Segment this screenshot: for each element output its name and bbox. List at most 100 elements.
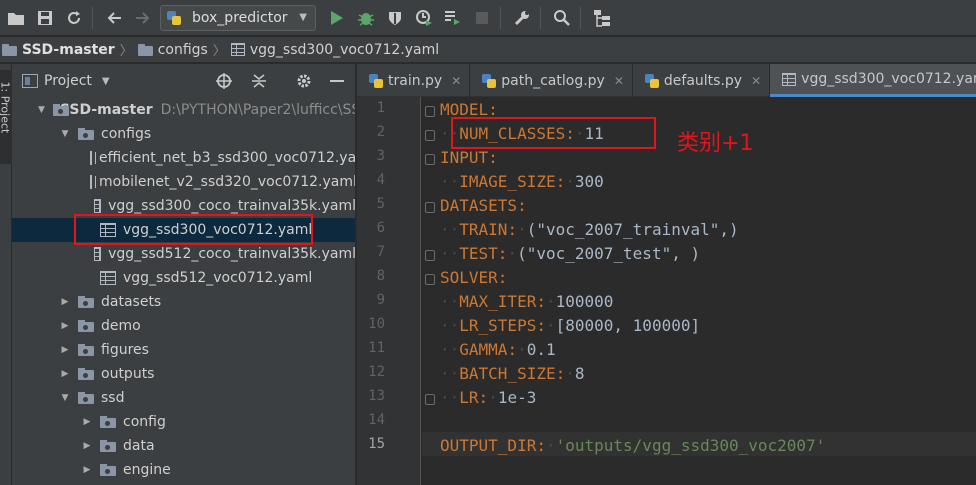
tree-folder[interactable]: ▶ figures [12, 338, 355, 362]
stop-icon[interactable] [469, 5, 495, 31]
run-icon[interactable] [324, 5, 350, 31]
yaml-colon: : [478, 388, 489, 407]
gear-icon[interactable] [295, 72, 313, 90]
tree-folder[interactable]: ▶ engine [12, 458, 355, 482]
package-dot [83, 397, 88, 402]
folder-icon [137, 43, 153, 56]
line-number: 11 [368, 340, 385, 356]
code-line: ··GAMMA:·0.1 [440, 340, 556, 359]
tree-folder[interactable]: ▶ data [12, 434, 355, 458]
project-panel: Project ▼ ▼ SSD-master D:\PYTHON\Paper2\lu… [12, 64, 356, 485]
yaml-value: 0.1 [526, 340, 556, 359]
profile-icon[interactable] [411, 5, 437, 31]
line-number-gutter: 1 2 3 4 5 6 7 8 9 10 11 12 13 14 15 [357, 97, 421, 485]
chevron-right-icon[interactable]: ▶ [60, 345, 70, 355]
tree-folder[interactable]: ▼ ssd [12, 386, 355, 410]
tree-folder[interactable]: ▶ demo [12, 314, 355, 338]
python-icon [167, 10, 181, 25]
editor-tab[interactable]: defaults.py ✕ [633, 64, 771, 97]
yaml-file-icon [93, 199, 102, 213]
close-icon[interactable]: ✕ [451, 74, 461, 88]
fold-marker-icon[interactable] [425, 130, 435, 141]
sync-icon[interactable] [61, 5, 87, 31]
code-line: DATASETS: [440, 196, 527, 215]
fold-marker-icon[interactable] [425, 250, 435, 261]
tree-file[interactable]: efficient_net_b3_ssd300_voc0712.yaml [12, 146, 356, 170]
chevron-right-icon[interactable]: ▶ [60, 321, 70, 331]
breadcrumb-folder[interactable]: configs [137, 42, 208, 58]
editor-tab[interactable]: vgg_ssd300_voc0712.yaml [770, 64, 976, 97]
fold-marker-icon[interactable] [425, 106, 435, 117]
concurrency-icon[interactable] [440, 5, 466, 31]
structure-icon[interactable] [589, 5, 615, 31]
breadcrumb-project[interactable]: SSD-master [2, 42, 115, 58]
tree-folder[interactable]: ▼ SSD-master D:\PYTHON\Paper2\lufficc\SSD [12, 98, 355, 122]
yaml-file-icon [100, 271, 116, 285]
main-toolbar: box_predictor ▼ [0, 0, 976, 36]
package-dot [83, 373, 88, 378]
line-number: 15 [368, 436, 385, 452]
chevron-right-icon[interactable]: ▶ [82, 441, 92, 451]
breadcrumb-project-label: SSD-master [22, 41, 115, 58]
tree-item-label: vgg_ssd512_coco_trainval35k.yaml [108, 246, 356, 262]
yaml-value: 100000 [555, 292, 614, 311]
yaml-colon: : [517, 196, 527, 215]
breadcrumb-file[interactable]: vgg_ssd300_voc0712.yaml [230, 42, 439, 58]
debug-icon[interactable] [353, 5, 379, 31]
line-number: 4 [376, 172, 385, 188]
chevron-down-icon[interactable]: ▼ [38, 105, 45, 115]
tree-folder[interactable]: ▶ config [12, 410, 355, 434]
chevron-right-icon[interactable]: ▶ [60, 297, 70, 307]
save-icon[interactable] [32, 5, 58, 31]
fold-marker-icon[interactable] [425, 202, 435, 213]
tree-folder[interactable]: ▶ datasets [12, 290, 355, 314]
minimize-icon[interactable] [328, 72, 346, 90]
code-line: ··TEST:·("voc_2007_test", ) [440, 244, 700, 263]
tree-file[interactable]: vgg_ssd512_voc0712.yaml [12, 266, 355, 290]
fold-marker-icon[interactable] [425, 394, 435, 405]
tree-file[interactable]: mobilenet_v2_ssd320_voc0712.yaml [12, 170, 355, 194]
coverage-icon[interactable] [382, 5, 408, 31]
fold-marker-icon[interactable] [425, 274, 435, 285]
open-folder-icon[interactable] [3, 5, 29, 31]
yaml-value: 1e-3 [497, 388, 537, 407]
tree-folder[interactable]: ▼ configs [12, 122, 355, 146]
project-tool-button[interactable]: 1: Project [0, 70, 12, 164]
package-dot [57, 109, 63, 114]
chevron-right-icon[interactable]: ▶ [60, 369, 70, 379]
locate-icon[interactable] [215, 72, 233, 90]
editor-tab[interactable]: path_catlog.py ✕ [470, 64, 633, 97]
wrench-icon[interactable] [509, 5, 535, 31]
tree-item-label: configs [101, 126, 152, 142]
tree-file[interactable]: vgg_ssd512_coco_trainval35k.yaml [12, 242, 356, 266]
toolbar-separator [500, 6, 501, 29]
back-icon[interactable] [101, 5, 127, 31]
folder-icon [78, 344, 94, 356]
chevron-right-icon[interactable]: ▶ [82, 417, 92, 427]
code-line: ··IMAGE_SIZE:·300 [440, 172, 604, 191]
whitespace: · [565, 172, 575, 191]
search-icon[interactable] [549, 5, 575, 31]
code-line: ··TRAIN:·("voc_2007_trainval",) [440, 220, 739, 239]
fold-marker-icon[interactable] [425, 154, 435, 165]
package-dot [105, 445, 110, 450]
run-configuration-select[interactable]: box_predictor ▼ [160, 4, 316, 31]
close-icon[interactable]: ✕ [614, 74, 624, 88]
tree-item-label: efficient_net_b3_ssd300_voc0712.yaml [99, 150, 356, 166]
run-configuration-label: box_predictor [192, 9, 288, 26]
line-number: 8 [376, 268, 385, 284]
yaml-colon: : [555, 172, 566, 191]
close-icon[interactable]: ✕ [751, 74, 761, 88]
chevron-down-icon[interactable]: ▼ [60, 393, 70, 403]
editor-tab[interactable]: train.py ✕ [357, 64, 471, 97]
chevron-right-icon[interactable]: ▶ [82, 465, 92, 475]
chevron-down-icon[interactable]: ▼ [60, 129, 70, 139]
collapse-all-icon[interactable] [250, 72, 268, 90]
forward-icon[interactable] [130, 5, 156, 31]
folder-icon [100, 464, 116, 476]
chevron-right-icon: 〉 [119, 44, 133, 59]
python-file-icon [482, 73, 497, 88]
tree-folder[interactable]: ▶ outputs [12, 362, 355, 386]
yaml-file-icon [782, 72, 797, 86]
tree-item-label: ssd [101, 390, 125, 406]
